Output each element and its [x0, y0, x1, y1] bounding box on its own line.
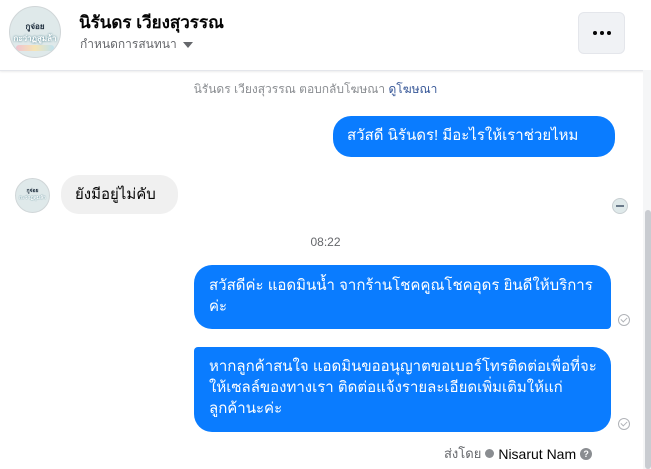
more-dot: [606, 31, 611, 35]
view-ad-link[interactable]: ดูโฆษณา: [388, 82, 437, 96]
check-circle-icon: [618, 418, 630, 430]
sender-name: Nisarut Nam: [498, 445, 577, 462]
profile-avatar[interactable]: กูจ่อย กะว่าฏสูมล้า: [9, 6, 61, 58]
verified-icon: [485, 449, 495, 458]
message-bubble-incoming[interactable]: ยังมีอยู่ไม่คับ: [61, 175, 178, 214]
contact-name[interactable]: นิรันดร เวียงสุวรรณ: [79, 9, 224, 36]
message-bubble-outgoing[interactable]: สวัสดีค่ะ แอดมินน้ำ จากร้านโชคคูณโชคอุดร…: [194, 265, 611, 329]
message-bubble-outgoing[interactable]: สวัสดี นิรันดร! มีอะไรให้เราช่วยไหม: [333, 116, 615, 157]
message-timestamp: 08:22: [310, 235, 341, 249]
sent-by-label: ส่งโดย: [444, 446, 482, 461]
more-dot: [599, 31, 604, 35]
more-options-button[interactable]: [578, 12, 625, 54]
avatar-text-bottom: กะว่าฏสูมล้า: [19, 195, 46, 201]
ad-reply-text: นิรันดร เวียงสุวรรณ ตอบกลับโฆษณา: [193, 82, 386, 96]
conversation-status-label: กำหนดการสนทนา: [80, 37, 177, 51]
caret-down-icon: [182, 42, 193, 48]
message-bubble-outgoing[interactable]: หากลูกค้าสนใจ แอดมินขออนุญาตขอเบอร์โทรติ…: [194, 347, 611, 432]
sender-avatar: กูจ่อย กะว่าฏสูมล้า: [15, 178, 50, 213]
ad-reply-context: นิรันดร เวียงสุวรรณ ตอบกลับโฆษณา ดูโฆษณา: [0, 80, 631, 99]
seen-indicator-avatar: [612, 198, 628, 214]
sent-by-info: ส่งโดย Nisarut Nam ?: [444, 443, 593, 464]
conversation-status-dropdown[interactable]: กำหนดการสนทนา: [80, 35, 193, 54]
scrollbar-thumb[interactable]: [645, 210, 651, 469]
avatar-text-bottom: กะว่าฏสูมล้า: [13, 34, 57, 43]
question-icon[interactable]: ?: [580, 447, 593, 460]
conversation-header: กูจ่อย กะว่าฏสูมล้า นิรันดร เวียงสุวรรณ …: [0, 0, 651, 71]
check-circle-icon: [618, 314, 630, 326]
avatar-decoration: [16, 45, 54, 51]
more-horizontal-icon: [592, 31, 597, 35]
